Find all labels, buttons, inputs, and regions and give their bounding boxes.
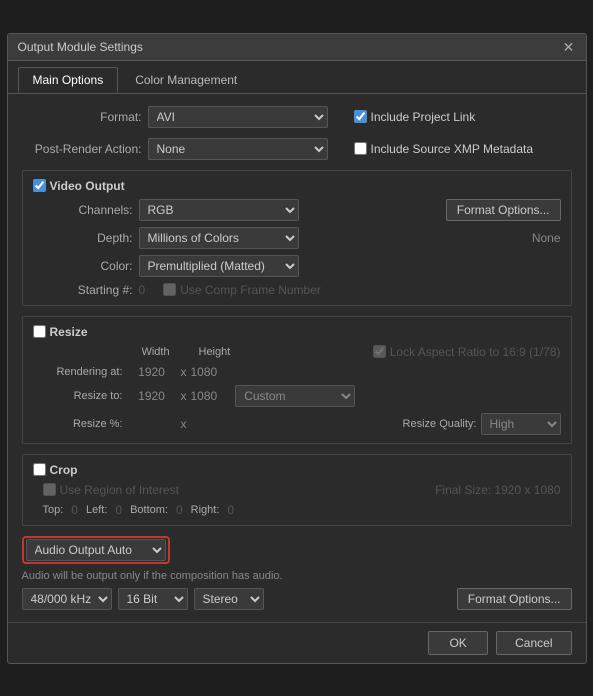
resize-section: Resize Width Height Lock Aspect Ratio to… [22, 316, 572, 444]
audio-highlighted-border: Audio Output Auto [22, 536, 170, 564]
dialog-footer: OK Cancel [8, 622, 586, 663]
include-source-xmp-label[interactable]: Include Source XMP Metadata [354, 142, 534, 156]
none-label: None [532, 231, 561, 245]
video-output-header: Video Output [33, 179, 561, 193]
final-size: Final Size: 1920 x 1080 [435, 483, 560, 497]
dialog-title: Output Module Settings [18, 40, 143, 54]
video-output-checkbox[interactable] [33, 179, 46, 192]
starting-val: 0 [139, 283, 146, 297]
resize-preset-select[interactable]: Custom [235, 385, 355, 407]
crop-checkbox[interactable] [33, 463, 46, 476]
color-select[interactable]: Premultiplied (Matted) [139, 255, 299, 277]
resize-quality-label: Resize Quality: [403, 418, 477, 430]
top-val: 0 [71, 503, 78, 517]
use-roi-label: Use Region of Interest [43, 483, 179, 497]
top-label: Top: [43, 504, 64, 516]
bottom-label: Bottom: [130, 504, 168, 516]
dialog-window: Output Module Settings ✕ Main Options Co… [7, 33, 587, 664]
audio-format-options-button[interactable]: Format Options... [457, 588, 572, 610]
starting-row: Starting #: 0 Use Comp Frame Number [33, 283, 561, 297]
bottom-val: 0 [176, 503, 183, 517]
depth-label: Depth: [43, 231, 133, 245]
depth-select[interactable]: Millions of Colors [139, 227, 299, 249]
resize-checkbox[interactable] [33, 325, 46, 338]
resize-pct-label: Resize %: [43, 418, 123, 430]
rendering-at-row: Rendering at: 1920 x 1080 [33, 365, 561, 379]
crop-header: Crop [33, 463, 561, 477]
height-col-label: Height [199, 346, 231, 358]
starting-hash-label: Starting #: [43, 283, 133, 297]
resize-pct-x-label: x [181, 417, 187, 431]
rendering-h: 1080 [191, 365, 218, 379]
right-label: Right: [191, 504, 220, 516]
tab-color-management[interactable]: Color Management [120, 67, 252, 93]
include-project-link-checkbox[interactable] [354, 110, 367, 123]
left-val: 0 [115, 503, 122, 517]
use-comp-frame-checkbox [163, 283, 176, 296]
use-comp-frame-label: Use Comp Frame Number [163, 283, 321, 297]
resize-checkbox-label[interactable]: Resize [33, 325, 88, 339]
lock-aspect-label: Lock Aspect Ratio to 16:9 (1/78) [373, 345, 561, 359]
resize-quality-select[interactable]: High [481, 413, 561, 435]
channels-row: Channels: RGB Format Options... [33, 199, 561, 221]
audio-section: Audio Output Auto Audio will be output o… [22, 536, 572, 610]
crop-values-row: Top: 0 Left: 0 Bottom: 0 Right: 0 [33, 503, 561, 517]
format-row: Format: AVI Include Project Link [22, 106, 572, 128]
resize-header-row: Width Height Lock Aspect Ratio to 16:9 (… [33, 345, 561, 359]
resize-pct-row: Resize %: x Resize Quality: High [33, 413, 561, 435]
post-render-select[interactable]: None [148, 138, 328, 160]
bit-depth-select[interactable]: 16 Bit [118, 588, 188, 610]
sample-rate-select[interactable]: 48/000 kHz [22, 588, 112, 610]
ok-button[interactable]: OK [428, 631, 488, 655]
format-select[interactable]: AVI [148, 106, 328, 128]
title-bar: Output Module Settings ✕ [8, 34, 586, 61]
color-row: Color: Premultiplied (Matted) [33, 255, 561, 277]
crop-section: Crop Use Region of Interest Final Size: … [22, 454, 572, 526]
tabs-bar: Main Options Color Management [8, 61, 586, 94]
crop-checkbox-label[interactable]: Crop [33, 463, 78, 477]
color-label: Color: [43, 259, 133, 273]
post-render-label: Post-Render Action: [22, 142, 142, 156]
resize-header: Resize [33, 325, 561, 339]
tab-main-options[interactable]: Main Options [18, 67, 119, 93]
lock-aspect-checkbox [373, 345, 386, 358]
width-col-label: Width [131, 346, 181, 358]
audio-note: Audio will be output only if the composi… [22, 570, 572, 582]
rendering-at-label: Rendering at: [43, 366, 123, 378]
left-label: Left: [86, 504, 107, 516]
cancel-button[interactable]: Cancel [496, 631, 571, 655]
resize-to-label: Resize to: [43, 390, 123, 402]
close-button[interactable]: ✕ [562, 40, 576, 54]
crop-inner-row: Use Region of Interest Final Size: 1920 … [33, 483, 561, 497]
resize-to-x: x [181, 389, 187, 403]
video-format-options-button[interactable]: Format Options... [446, 199, 561, 221]
rendering-w: 1920 [127, 365, 177, 379]
main-content: Format: AVI Include Project Link Post-Re… [8, 94, 586, 622]
channels-label: Channels: [43, 203, 133, 217]
video-output-checkbox-label[interactable]: Video Output [33, 179, 125, 193]
video-output-section: Video Output Channels: RGB Format Option… [22, 170, 572, 306]
include-project-link-label[interactable]: Include Project Link [354, 110, 476, 124]
post-render-row: Post-Render Action: None Include Source … [22, 138, 572, 160]
format-label: Format: [22, 110, 142, 124]
use-roi-checkbox [43, 483, 56, 496]
resize-to-row: Resize to: 1920 x 1080 Custom [33, 385, 561, 407]
channels-select[interactable]: RGB [139, 199, 299, 221]
audio-output-select[interactable]: Audio Output Auto [26, 539, 166, 561]
audio-dropdown-row: Audio Output Auto [22, 536, 572, 564]
resize-to-w: 1920 [127, 389, 177, 403]
audio-channels-select[interactable]: Stereo [194, 588, 264, 610]
rendering-x: x [181, 365, 187, 379]
include-source-xmp-checkbox[interactable] [354, 142, 367, 155]
right-val: 0 [227, 503, 234, 517]
depth-row: Depth: Millions of Colors None [33, 227, 561, 249]
audio-bottom-row: 48/000 kHz 16 Bit Stereo Format Options.… [22, 588, 572, 610]
resize-to-h: 1080 [191, 389, 218, 403]
